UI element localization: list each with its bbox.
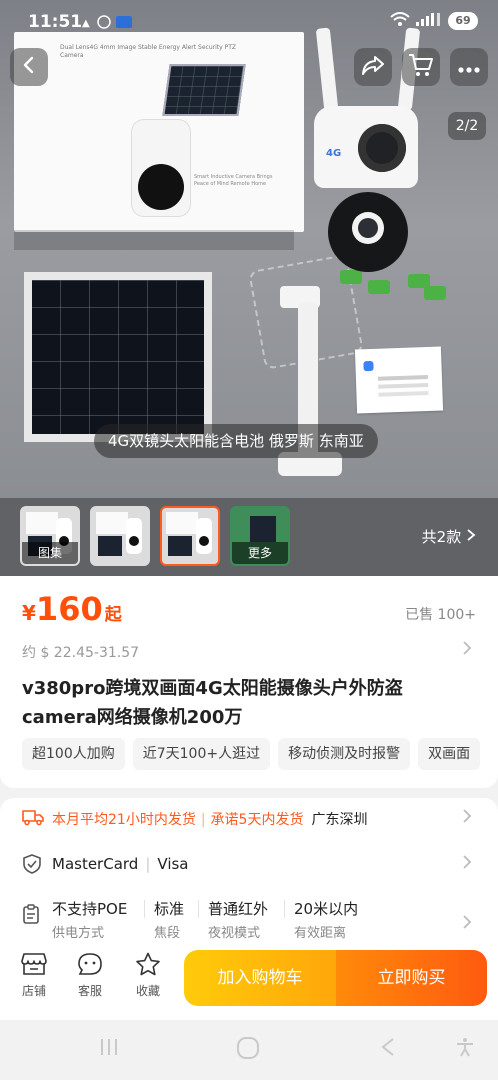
spec-key: 焦段 xyxy=(154,926,181,941)
box-text-2: Smart Inductive Camera Brings Peace of M… xyxy=(194,174,273,187)
tag[interactable]: 移动侦测及时报警 xyxy=(278,738,411,770)
share-button[interactable] xyxy=(354,48,392,86)
tag-list: 超100人加购 近7天100+人逛过 移动侦测及时报警 双画面 xyxy=(22,738,498,772)
shipping-info: 本月平均21小时内发货 | 承诺5天内发货 广东深圳 xyxy=(52,812,368,828)
price-suffix: 起 xyxy=(104,605,122,625)
back-button[interactable] xyxy=(10,48,48,86)
thumbnail-2[interactable] xyxy=(90,506,150,566)
payment-methods: MasterCard | Visa xyxy=(52,855,189,873)
spec-value: 20米以内 xyxy=(294,900,359,918)
spec-key: 夜视模式 xyxy=(208,926,261,941)
price: ¥ 160 起 xyxy=(22,590,122,628)
thumbnail-label: 图集 xyxy=(22,542,78,564)
store-icon xyxy=(21,953,47,980)
spec-key: 供电方式 xyxy=(52,926,105,941)
shipping-location: 广东深圳 xyxy=(311,812,368,828)
screws xyxy=(338,266,448,306)
chevron-left-icon xyxy=(20,56,38,78)
truck-icon xyxy=(22,808,44,828)
status-time: 11:51 xyxy=(28,12,83,32)
back-nav-icon[interactable] xyxy=(378,1036,398,1064)
solar-panel xyxy=(24,272,212,442)
info-card: 本月平均21小时内发货 | 承诺5天内发货 广东深圳 MasterCard | Visa … xyxy=(0,798,498,948)
notification-icons: ▲ xyxy=(82,14,136,33)
shipping-row[interactable]: 本月平均21小时内发货 | 承诺5天内发货 广东深圳 xyxy=(0,798,498,844)
system-navigation-bar xyxy=(0,1020,498,1080)
shield-check-icon xyxy=(22,854,42,874)
more-button[interactable] xyxy=(450,48,488,86)
camera-device: 4G xyxy=(314,27,421,272)
payment-mastercard: MasterCard xyxy=(52,855,139,873)
payment-visa: Visa xyxy=(157,855,189,873)
payment-row[interactable]: MasterCard | Visa xyxy=(0,844,498,890)
status-bar: 11:51 ▲ 69 xyxy=(0,0,498,44)
chat-face-icon xyxy=(77,953,103,980)
thumbnail-more[interactable]: 更多 xyxy=(230,506,290,566)
customer-service-button[interactable]: 客服 xyxy=(70,952,110,999)
chevron-right-icon xyxy=(462,854,472,874)
service-label: 客服 xyxy=(77,984,102,998)
buy-now-button[interactable]: 立即购买 xyxy=(336,950,487,1006)
image-pager: 2/2 xyxy=(448,112,486,140)
cart-icon xyxy=(408,53,434,81)
shipping-promise-2: 承诺5天内发货 xyxy=(210,812,304,828)
accessibility-icon[interactable] xyxy=(454,1036,476,1064)
box-camera xyxy=(132,120,190,216)
chevron-right-icon xyxy=(462,914,472,934)
recent-apps-icon[interactable] xyxy=(98,1036,120,1064)
tag[interactable]: 近7天100+人逛过 xyxy=(132,738,271,770)
tag[interactable]: 双画面 xyxy=(418,738,481,770)
box-text: Dual Lens4G 4mm Image Stable Energy Aler… xyxy=(60,44,236,59)
product-title: v380pro跨境双画面4G太阳能摄像头户外防盗camera网络摄像机200万 xyxy=(22,678,403,728)
box-solar-panel xyxy=(162,64,246,116)
thumbnail-strip: 图集 更多 共2款 xyxy=(0,498,498,576)
usd-price[interactable]: 约 $ 22.45-31.57 xyxy=(22,642,139,662)
home-icon[interactable] xyxy=(236,1036,260,1066)
product-box-image: Dual Lens4G 4mm Image Stable Energy Aler… xyxy=(14,32,304,232)
spec-value: 标准 xyxy=(154,900,185,918)
price-card: ¥ 160 起 已售 100+ 约 $ 22.45-31.57 v380pro跨… xyxy=(0,576,498,788)
box-shadow xyxy=(14,230,294,250)
spec-value: 普通红外 xyxy=(208,900,269,918)
price-amount: 160 xyxy=(35,590,103,628)
spec-key: 有效距离 xyxy=(294,926,347,941)
manual-card xyxy=(354,346,444,414)
chevron-right-icon[interactable] xyxy=(462,640,472,660)
favorite-label: 收藏 xyxy=(135,984,160,998)
more-dots-icon xyxy=(458,58,480,77)
shipping-promise-1: 本月平均21小时内发货 xyxy=(52,812,196,828)
shop-label: 店铺 xyxy=(21,984,46,998)
tag[interactable]: 超100人加购 xyxy=(22,738,125,770)
svg-text:▲: ▲ xyxy=(82,18,93,29)
shop-button[interactable]: 店铺 xyxy=(14,952,54,999)
sold-count: 已售 100+ xyxy=(405,607,476,623)
thumbnail-label: 更多 xyxy=(232,542,288,564)
thumbnail-1[interactable]: 图集 xyxy=(20,506,80,566)
favorite-button[interactable]: 收藏 xyxy=(128,952,168,999)
clipboard-icon xyxy=(22,904,42,924)
spec-value: 不支持POE xyxy=(52,900,128,918)
chevron-right-icon xyxy=(466,528,476,546)
bottom-action-bar: 店铺 客服 收藏 加入购物车 立即购买 xyxy=(0,940,498,1020)
chevron-right-icon xyxy=(462,808,472,828)
cart-button[interactable] xyxy=(402,48,440,86)
wifi-icon xyxy=(390,12,410,30)
battery-indicator: 69 xyxy=(448,12,478,30)
thumbnail-3-selected[interactable] xyxy=(160,506,220,566)
star-icon xyxy=(135,952,161,980)
variants-total[interactable]: 共2款 xyxy=(422,526,476,547)
image-caption: 4G双镜头太阳能含电池 俄罗斯 东南亚 xyxy=(94,424,378,458)
price-currency: ¥ xyxy=(22,601,36,625)
share-icon xyxy=(361,54,385,80)
camera-4g-label: 4G xyxy=(326,148,342,159)
app-root: Dual Lens4G 4mm Image Stable Energy Aler… xyxy=(0,0,498,1080)
signal-icon xyxy=(416,12,442,30)
add-to-cart-button[interactable]: 加入购物车 xyxy=(184,950,336,1006)
